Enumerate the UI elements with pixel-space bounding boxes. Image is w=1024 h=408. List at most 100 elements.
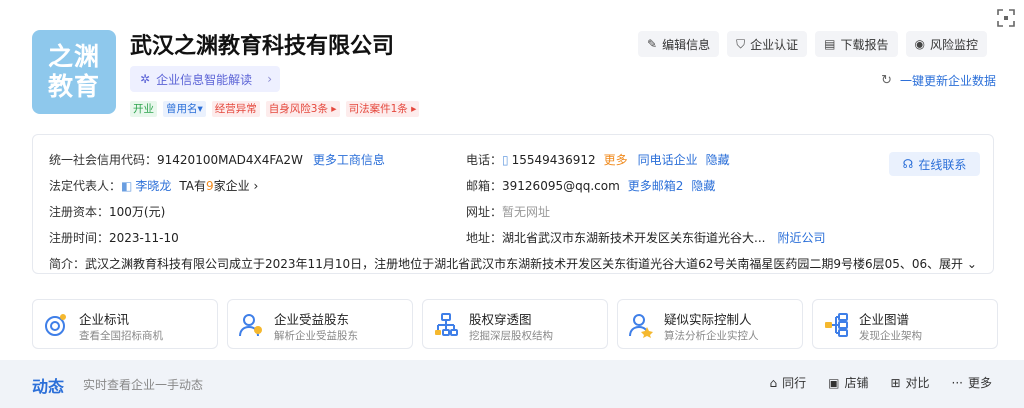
legal-rep-row: 法定代表人： ◧ 李晓龙 TA有9家企业 ›	[49, 177, 258, 194]
feature-subtitle: 算法分析企业实控人	[664, 330, 759, 342]
credit-code-label: 统一社会信用代码：	[49, 153, 158, 167]
basic-info-panel: 统一社会信用代码： 91420100MAD4X4FA2W 更多工商信息 法定代表…	[32, 134, 994, 274]
logo-text-line1: 之渊	[47, 42, 100, 71]
address-row: 地址： 湖北省武汉市东湖新技术开发区关东街道光谷大... 附近公司	[466, 229, 825, 246]
intro-label: 简介：	[49, 257, 86, 271]
headset-icon: ☊	[902, 157, 914, 171]
feature-card-equity[interactable]: 股权穿透图 挖掘深层股权结构	[422, 299, 608, 349]
download-report-button[interactable]: ▤ 下载报告	[815, 31, 898, 57]
risk-monitor-button[interactable]: ◉ 风险监控	[905, 31, 987, 57]
intro-row: 简介： 武汉之渊教育科技有限公司成立于2023年11月10日，注册地位于湖北省武…	[49, 255, 979, 272]
email-value: 39126095@qq.com	[502, 178, 620, 193]
feature-cards: 企业标讯 查看全国招标商机 企业受益股东 解析企业受益股东 股权穿透图 挖掘深层…	[32, 299, 998, 349]
status-tags: 开业 曾用名▾ 经营异常 自身风险3条 ▸ 司法案件1条 ▸	[130, 101, 420, 117]
legal-rep-companies-prefix: TA有	[179, 179, 206, 193]
person-icon: ◧	[121, 178, 133, 193]
refresh-icon: ↻	[881, 73, 892, 88]
phone-label: 电话：	[466, 153, 503, 167]
expand-label: 展开	[939, 257, 964, 271]
edit-icon: ✎	[647, 37, 658, 51]
abnormal-operation-tag[interactable]: 经营异常	[211, 101, 260, 117]
peers-button[interactable]: ⌂ 同行	[769, 374, 806, 391]
more-button[interactable]: ··· 更多	[952, 374, 992, 391]
edit-info-button[interactable]: ✎ 编辑信息	[638, 31, 720, 57]
compare-icon: ⊞	[890, 375, 901, 390]
self-risk-tag[interactable]: 自身风险3条 ▸	[265, 101, 340, 117]
phone-hide-link[interactable]: 隐藏	[706, 151, 730, 168]
feature-subtitle: 发现企业架构	[859, 330, 922, 342]
refresh-data-link[interactable]: ↻ 一键更新企业数据	[881, 72, 996, 89]
online-contact-button[interactable]: ☊ 在线联系	[889, 152, 980, 176]
feature-title: 股权穿透图	[469, 312, 532, 327]
feature-card-shareholders[interactable]: 企业受益股东 解析企业受益股东	[227, 299, 413, 349]
intro-text: 武汉之渊教育科技有限公司成立于2023年11月10日，注册地位于湖北省武汉市东湖…	[85, 257, 936, 271]
more-business-info-link[interactable]: 更多工商信息	[313, 151, 385, 168]
qr-code-icon[interactable]	[996, 8, 1016, 28]
stores-button[interactable]: ▣ 店铺	[828, 374, 868, 391]
compare-label: 对比	[905, 376, 930, 390]
phone-row: 电话： ▯ 15549436912 更多 同电话企业 隐藏	[466, 151, 730, 168]
legal-rep-label: 法定代表人：	[49, 179, 122, 193]
bid-icon	[45, 314, 66, 336]
chevron-right-icon: ›	[253, 179, 259, 193]
feature-card-graph[interactable]: 企业图谱 发现企业架构	[812, 299, 998, 349]
more-email-link[interactable]: 更多邮箱2	[628, 177, 684, 194]
feature-card-controller[interactable]: 疑似实际控制人 算法分析企业实控人	[617, 299, 803, 349]
nearby-companies-link[interactable]: 附近公司	[777, 229, 825, 246]
feature-card-bids[interactable]: 企业标讯 查看全国招标商机	[32, 299, 218, 349]
website-label: 网址：	[466, 205, 503, 219]
report-icon: ▤	[824, 37, 836, 51]
chevron-right-icon: ›	[267, 72, 272, 86]
header-actions: ✎ 编辑信息 ⛉ 企业认证 ▤ 下载报告 ◉ 风险监控	[638, 31, 987, 57]
company-certify-label: 企业认证	[750, 37, 799, 52]
address-label: 地址：	[466, 231, 503, 245]
website-row: 网址： 暂无网址	[466, 203, 550, 220]
phone-value: 15549436912	[511, 152, 596, 167]
capital-label: 注册资本：	[49, 205, 110, 219]
email-label: 邮箱：	[466, 179, 503, 193]
company-certify-button[interactable]: ⛉ 企业认证	[727, 31, 808, 57]
peers-label: 同行	[782, 376, 807, 390]
dynamics-bar: 动态 实时查看企业一手动态 ⌂ 同行 ▣ 店铺 ⊞ 对比 ··· 更多	[0, 360, 1024, 408]
legal-rep-name-link[interactable]: 李晓龙	[135, 177, 171, 194]
expand-intro-link[interactable]: 展开 ⌄	[939, 255, 977, 272]
more-label: 更多	[967, 376, 992, 390]
company-header-card: 之渊 教育 武汉之渊教育科技有限公司 ✲ 企业信息智能解读 › 开业 曾用名▾ …	[0, 0, 1024, 360]
reg-time-label: 注册时间：	[49, 231, 110, 245]
ai-interpret-label: 企业信息智能解读	[156, 72, 253, 87]
reg-time-row: 注册时间： 2023-11-10	[49, 229, 179, 246]
capital-value: 100万(元)	[109, 205, 166, 219]
store-icon: ▣	[828, 375, 840, 390]
shield-icon: ⛉	[736, 36, 746, 51]
website-value: 暂无网址	[502, 205, 551, 219]
eye-icon: ◉	[914, 37, 925, 51]
compare-button[interactable]: ⊞ 对比	[890, 374, 929, 391]
former-name-tag[interactable]: 曾用名▾	[163, 101, 206, 117]
peers-icon: ⌂	[769, 375, 778, 390]
credit-code-value: 91420100MAD4X4FA2W	[157, 152, 303, 167]
edit-info-label: 编辑信息	[662, 37, 711, 52]
credit-code-row: 统一社会信用代码： 91420100MAD4X4FA2W 更多工商信息	[49, 151, 385, 168]
reg-time-value: 2023-11-10	[109, 230, 179, 245]
download-report-label: 下载报告	[840, 37, 889, 52]
judicial-case-tag[interactable]: 司法案件1条 ▸	[345, 101, 420, 117]
phone-more-link[interactable]: 更多	[604, 151, 628, 168]
legal-rep-companies-count: 9	[205, 179, 214, 193]
ai-interpret-button[interactable]: ✲ 企业信息智能解读 ›	[130, 66, 280, 92]
feature-title: 企业图谱	[859, 312, 910, 327]
dynamics-tab[interactable]: 动态	[32, 373, 64, 397]
same-phone-companies-link[interactable]: 同电话企业	[638, 151, 698, 168]
online-contact-label: 在线联系	[918, 157, 967, 172]
email-hide-link[interactable]: 隐藏	[691, 177, 715, 194]
logo-text-line2: 教育	[47, 72, 100, 101]
equity-icon	[435, 313, 458, 336]
address-value: 湖北省武汉市东湖新技术开发区关东街道光谷大...	[502, 231, 766, 245]
status-tag-open: 开业	[130, 101, 157, 117]
risk-monitor-label: 风险监控	[929, 37, 978, 52]
shareholder-icon	[239, 314, 262, 337]
ai-sparkle-icon: ✲	[140, 72, 151, 86]
dynamics-subtitle: 实时查看企业一手动态	[83, 378, 204, 392]
capital-row: 注册资本： 100万(元)	[49, 203, 165, 220]
feature-subtitle: 挖掘深层股权结构	[469, 330, 553, 342]
legal-rep-companies-link[interactable]: TA有9家企业 ›	[179, 177, 258, 194]
